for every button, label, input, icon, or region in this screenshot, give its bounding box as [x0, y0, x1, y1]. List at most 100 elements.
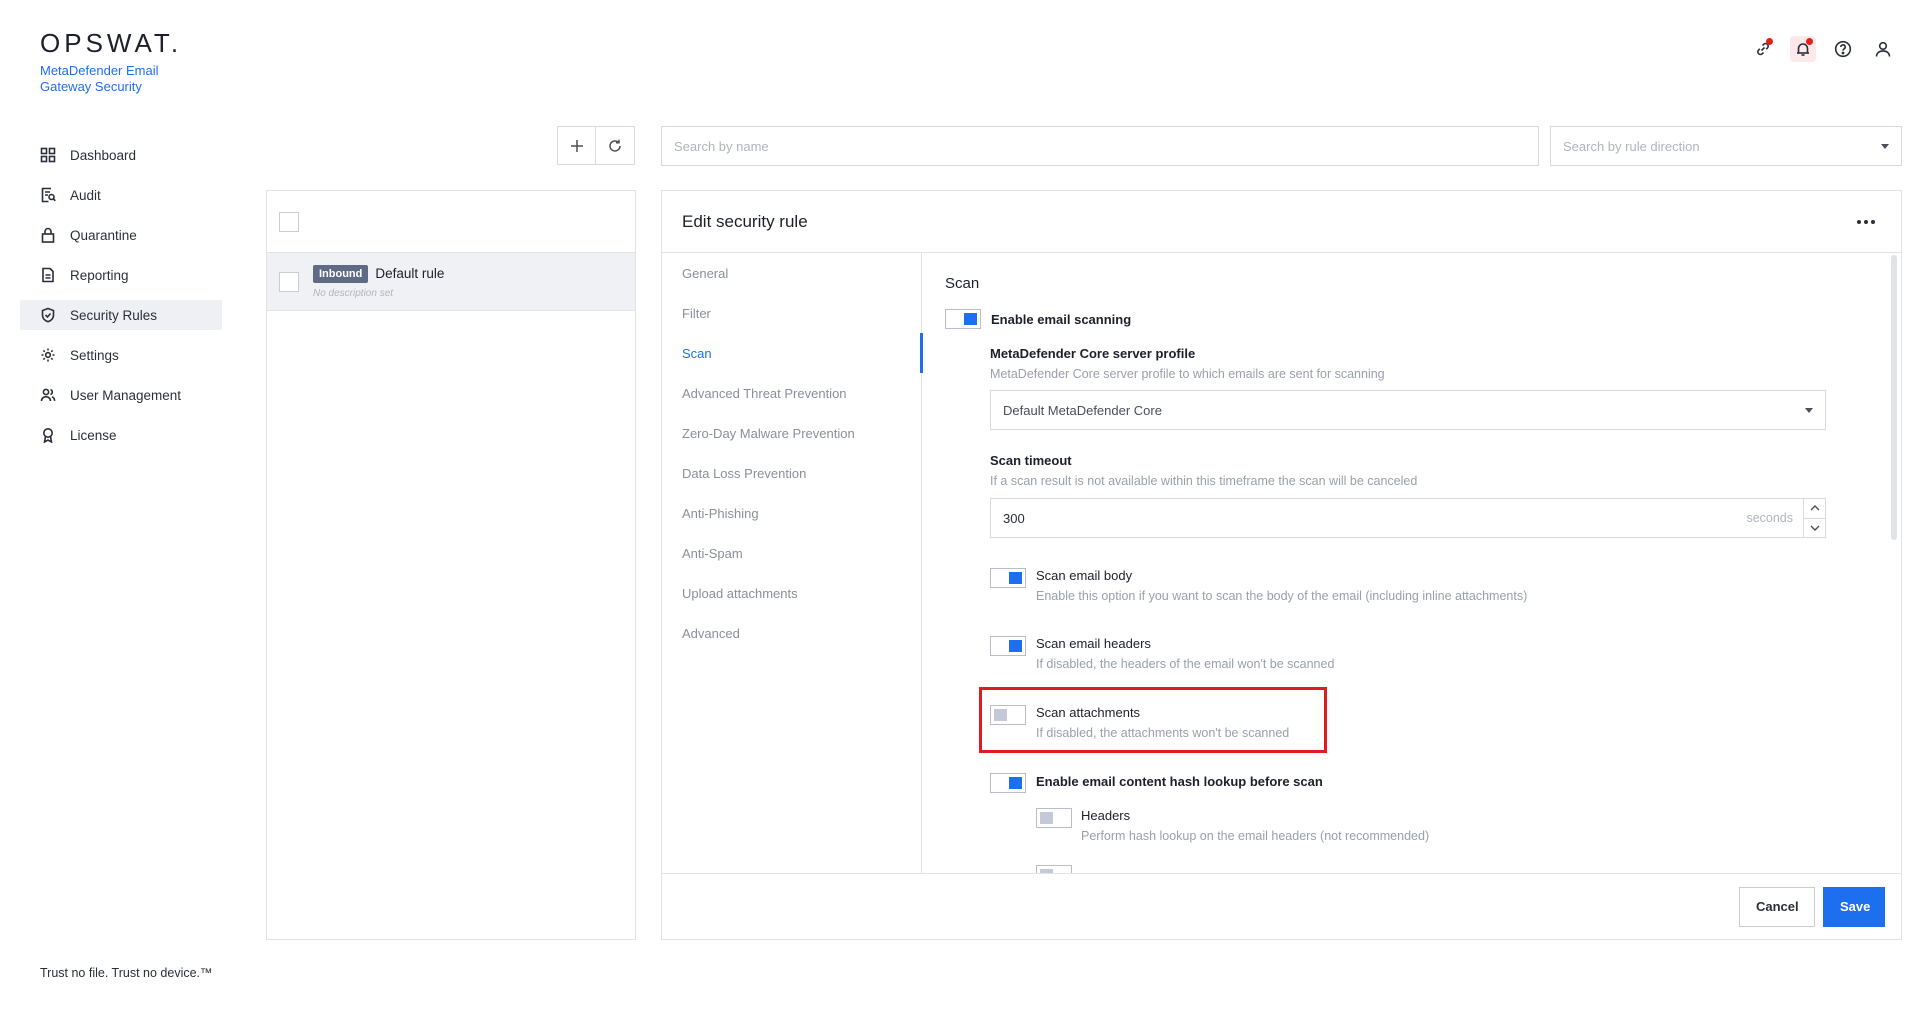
- select-all-checkbox[interactable]: [279, 211, 299, 232]
- users-icon: [40, 387, 56, 403]
- direction-placeholder: Search by rule direction: [1563, 138, 1700, 154]
- tab-anti-spam[interactable]: Anti-Spam: [662, 533, 921, 573]
- more-options-icon[interactable]: [1851, 214, 1881, 230]
- tab-upload-attachments[interactable]: Upload attachments: [662, 573, 921, 613]
- list-header: [267, 191, 635, 253]
- decrement-button[interactable]: [1804, 517, 1825, 538]
- scan-body-label: Scan email body: [1036, 568, 1133, 583]
- link-icon[interactable]: [1750, 36, 1776, 62]
- scan-headers-description: If disabled, the headers of the email wo…: [1036, 657, 1335, 671]
- sidebar-item-label: Reporting: [70, 267, 129, 283]
- chevron-down-icon: [1881, 143, 1889, 149]
- license-icon: [40, 427, 56, 443]
- scan-body-toggle[interactable]: [990, 568, 1026, 588]
- sidebar-item-label: Settings: [70, 347, 119, 363]
- increment-button[interactable]: [1804, 499, 1825, 518]
- edit-header: Edit security rule: [662, 191, 1901, 253]
- edit-tabs: General Filter Scan Advanced Threat Prev…: [662, 253, 923, 873]
- section-title: Scan: [945, 275, 980, 292]
- scan-attachments-toggle[interactable]: [990, 705, 1026, 725]
- tab-advanced-threat-prevention[interactable]: Advanced Threat Prevention: [662, 373, 921, 413]
- tab-advanced[interactable]: Advanced: [662, 613, 921, 653]
- notification-dot: [1766, 38, 1773, 45]
- list-toolbar: [557, 126, 635, 165]
- sidebar-item-quarantine[interactable]: Quarantine: [20, 220, 222, 250]
- sidebar-item-audit[interactable]: Audit: [20, 180, 222, 210]
- edit-footer: Cancel Save: [662, 873, 1901, 939]
- sidebar-item-label: License: [70, 427, 117, 443]
- tab-scan[interactable]: Scan: [662, 333, 923, 373]
- enable-scanning-label: Enable email scanning: [991, 312, 1132, 327]
- timeout-unit: seconds: [1746, 511, 1793, 525]
- audit-icon: [40, 187, 56, 203]
- rule-name: Default rule: [375, 266, 445, 281]
- tab-data-loss-prevention[interactable]: Data Loss Prevention: [662, 453, 921, 493]
- rule-description: No description set: [313, 287, 394, 299]
- document-icon: [40, 267, 56, 283]
- chevron-down-icon: [1810, 525, 1819, 531]
- shield-check-icon: [40, 307, 56, 323]
- page-title: Edit security rule: [682, 211, 808, 231]
- sidebar-item-dashboard[interactable]: Dashboard: [20, 140, 222, 170]
- hash-headers-description: Perform hash lookup on the email headers…: [1081, 829, 1430, 843]
- hash-headers-toggle[interactable]: [1036, 808, 1072, 828]
- grid-icon: [40, 147, 56, 163]
- plus-icon: [570, 139, 583, 152]
- search-input[interactable]: [661, 126, 1539, 166]
- refresh-button[interactable]: [596, 126, 635, 165]
- scrollbar[interactable]: [1891, 255, 1897, 540]
- gear-icon: [40, 347, 56, 363]
- next-option-toggle[interactable]: [1036, 865, 1072, 873]
- sidebar-item-license[interactable]: License: [20, 420, 222, 450]
- timeout-input[interactable]: [991, 510, 1747, 526]
- hash-lookup-toggle[interactable]: [990, 773, 1026, 793]
- sidebar-item-label: User Management: [70, 387, 182, 403]
- edit-panel: Edit security rule General Filter Scan A…: [661, 190, 1902, 940]
- highlight-box: [979, 687, 1327, 753]
- lock-icon: [40, 227, 56, 243]
- header-actions: [1750, 36, 1896, 62]
- opswat-logo[interactable]: OPSWAT.: [40, 28, 182, 59]
- enable-scanning-toggle[interactable]: [945, 309, 981, 329]
- sidebar-item-label: Audit: [70, 187, 101, 203]
- timeout-field: seconds: [990, 498, 1826, 538]
- tab-anti-phishing[interactable]: Anti-Phishing: [662, 493, 921, 533]
- hash-headers-label: Headers: [1081, 808, 1131, 823]
- bell-icon[interactable]: [1790, 36, 1816, 62]
- sidebar-item-user-management[interactable]: User Management: [20, 380, 222, 410]
- product-name: MetaDefender Email Gateway Security: [40, 63, 159, 94]
- sidebar-item-security-rules[interactable]: Security Rules: [20, 300, 222, 330]
- direction-select[interactable]: Search by rule direction: [1550, 126, 1902, 166]
- scan-body-description: Enable this option if you want to scan t…: [1036, 589, 1528, 603]
- hash-lookup-label: Enable email content hash lookup before …: [1036, 774, 1323, 789]
- notification-dot: [1806, 38, 1813, 45]
- scan-attachments-label: Scan attachments: [1036, 705, 1141, 720]
- help-icon[interactable]: [1830, 36, 1856, 62]
- save-button[interactable]: Save: [1823, 886, 1885, 927]
- rule-line: Inbound Default rule: [313, 264, 445, 283]
- sidebar-item-settings[interactable]: Settings: [20, 340, 222, 370]
- sidebar-item-label: Dashboard: [70, 147, 137, 163]
- quantity-stepper: [1803, 499, 1825, 537]
- server-profile-select[interactable]: Default MetaDefender Core: [990, 390, 1826, 430]
- server-profile-description: MetaDefender Core server profile to whic…: [990, 367, 1385, 381]
- sidebar-item-reporting[interactable]: Reporting: [20, 260, 222, 290]
- list-item[interactable]: Inbound Default rule No description set: [267, 253, 635, 311]
- scan-settings: Scan Enable email scanning MetaDefender …: [923, 253, 1889, 873]
- sidebar-item-label: Security Rules: [70, 307, 158, 323]
- cancel-button[interactable]: Cancel: [1739, 886, 1815, 927]
- rule-list: Inbound Default rule No description set: [266, 190, 636, 940]
- tab-filter[interactable]: Filter: [662, 293, 921, 333]
- user-icon[interactable]: [1870, 36, 1896, 62]
- add-rule-button[interactable]: [557, 126, 596, 165]
- tab-general[interactable]: General: [662, 253, 921, 293]
- scan-headers-label: Scan email headers: [1036, 636, 1151, 651]
- server-profile-value: Default MetaDefender Core: [1003, 402, 1162, 418]
- scan-headers-toggle[interactable]: [990, 636, 1026, 656]
- row-checkbox[interactable]: [279, 271, 299, 292]
- sidebar-nav: Dashboard Audit Quarantine Reporting Sec…: [20, 140, 222, 460]
- tab-zero-day-malware-prevention[interactable]: Zero-Day Malware Prevention: [662, 413, 921, 453]
- brand: OPSWAT. MetaDefender Email Gateway Secur…: [40, 28, 182, 95]
- refresh-icon: [609, 139, 621, 152]
- scan-attachments-description: If disabled, the attachments won't be sc…: [1036, 726, 1290, 740]
